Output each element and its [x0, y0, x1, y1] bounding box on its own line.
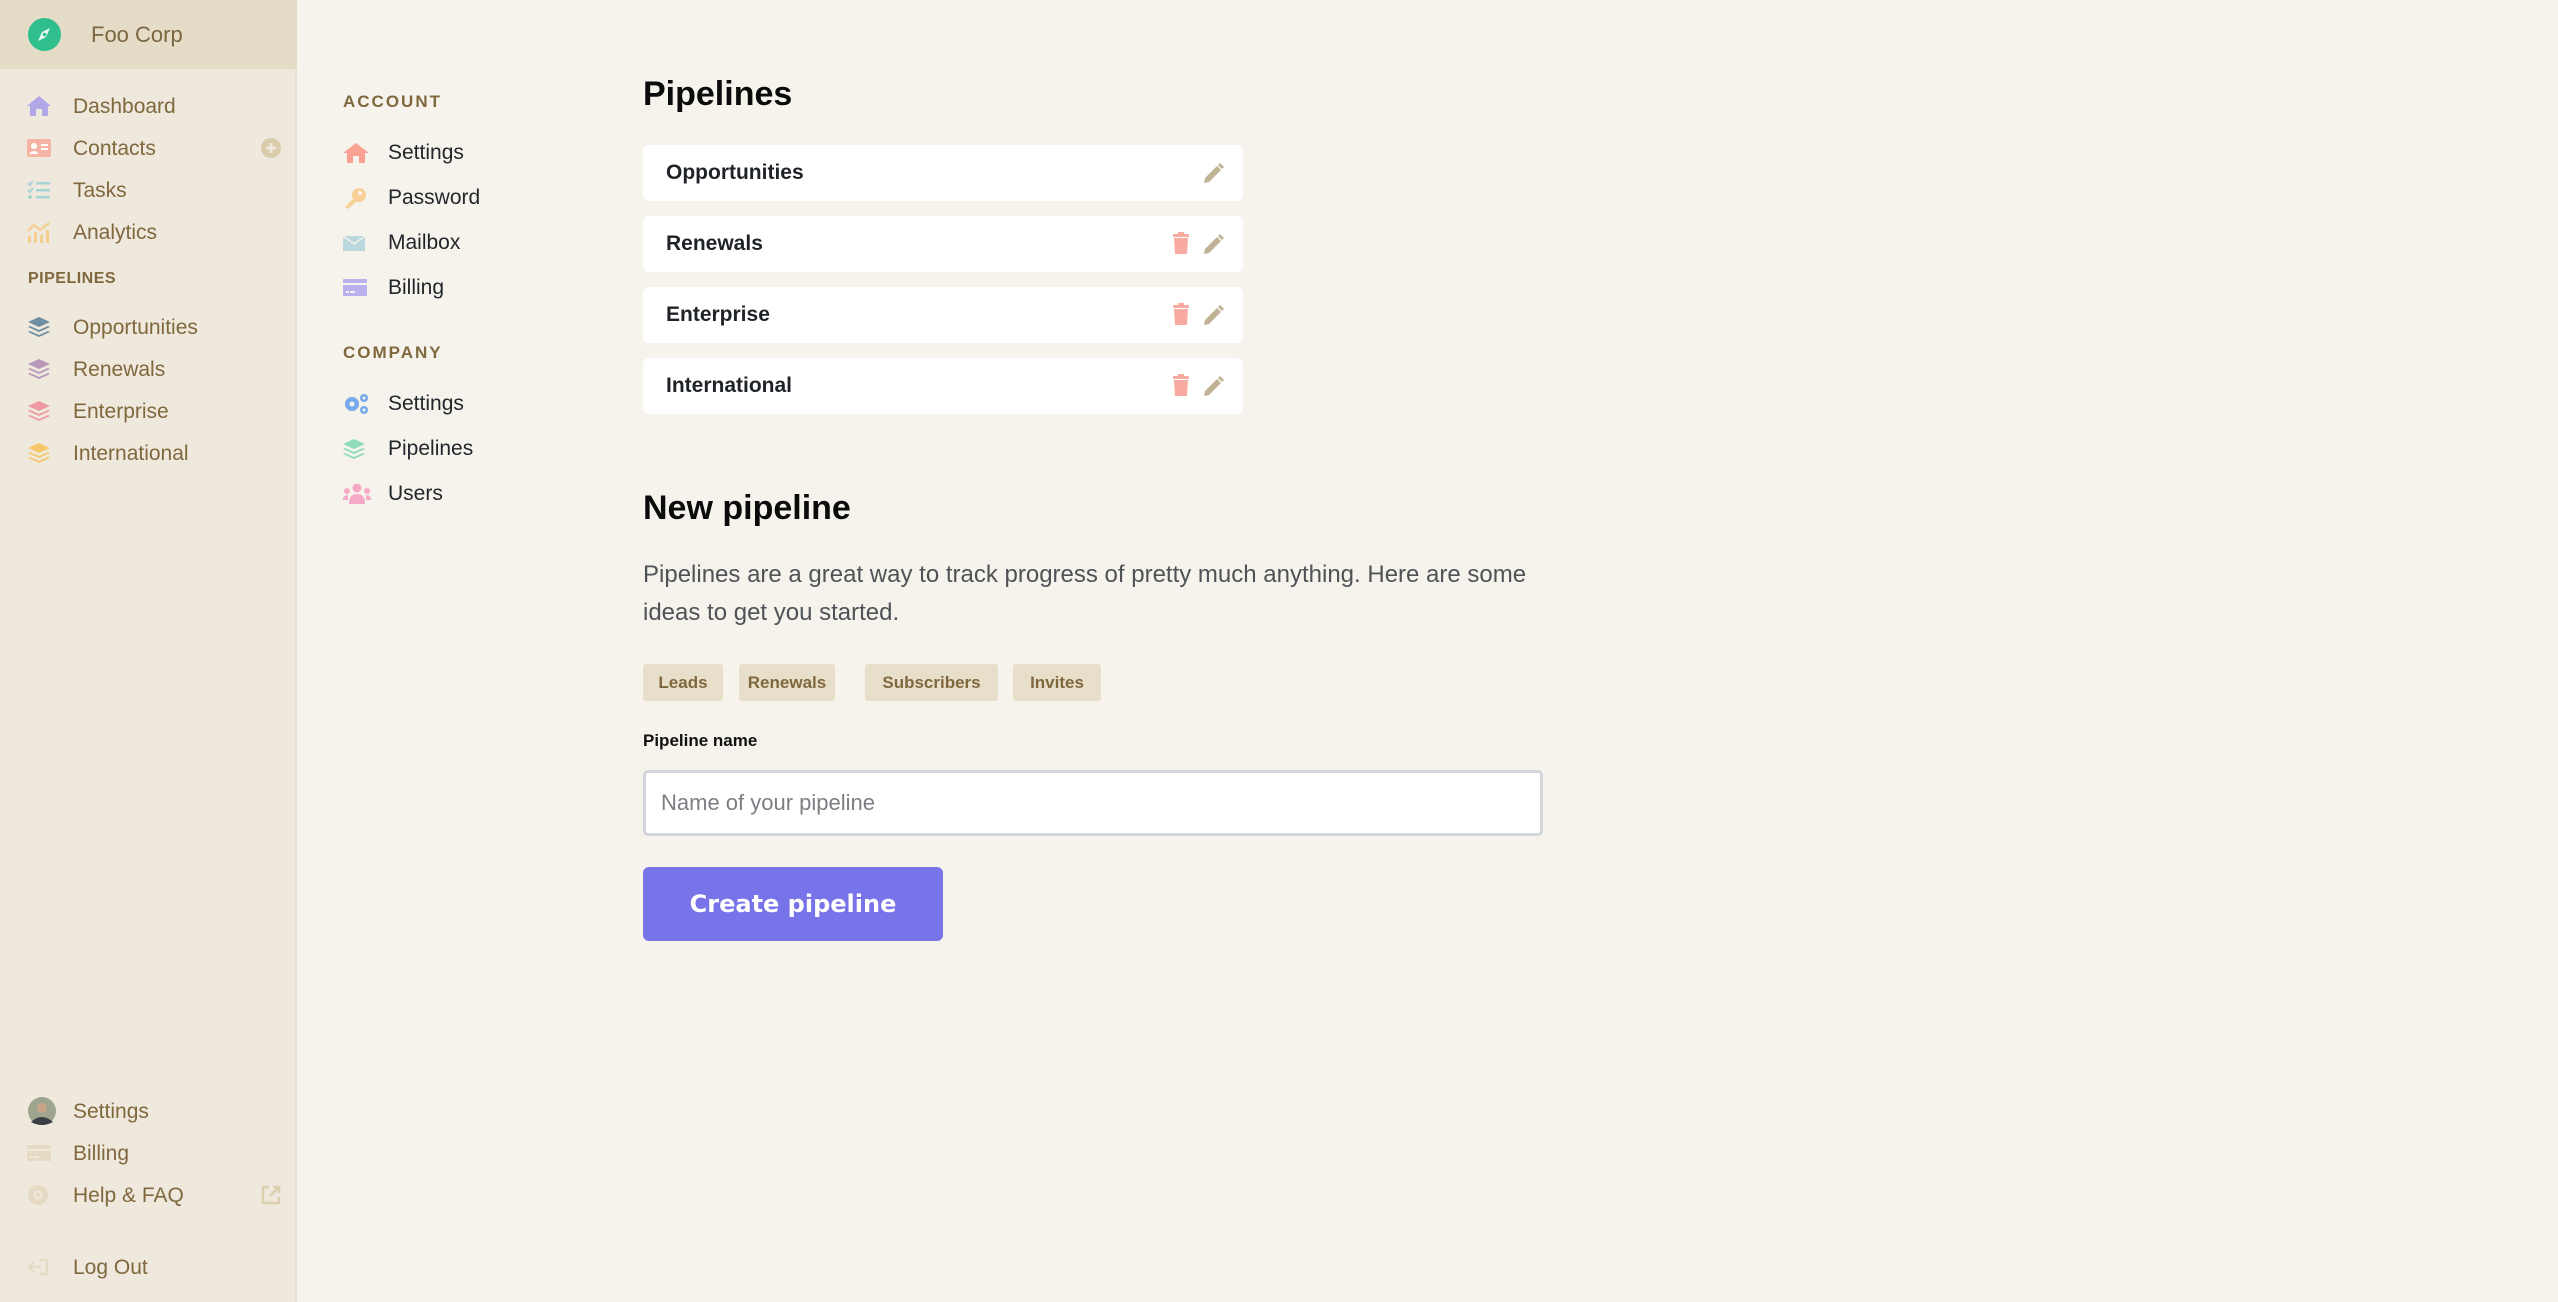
sidebar-item-label: Analytics [73, 221, 158, 244]
sidebar-item-settings[interactable]: Settings [0, 1091, 297, 1131]
subnav-item-label: Settings [388, 392, 464, 415]
subnav-item-label: Users [388, 482, 443, 505]
home-icon [27, 95, 51, 117]
subnav-item-password[interactable]: Password [340, 179, 560, 217]
suggestion-chip-renewals[interactable]: Renewals [739, 664, 835, 701]
analytics-chart-icon [27, 221, 51, 243]
home-icon [343, 142, 369, 164]
subnav-item-label: Pipelines [388, 437, 474, 460]
sidebar-item-opportunities[interactable]: Opportunities [0, 307, 297, 347]
trash-icon[interactable] [1171, 303, 1193, 327]
layers-icon [343, 438, 369, 460]
sidebar-item-label: Renewals [73, 358, 166, 381]
subnav-item-label: Password [388, 186, 481, 209]
sidebar-item-label: International [73, 442, 189, 465]
subnav-item-pipelines[interactable]: Pipelines [340, 430, 560, 468]
pipeline-name: International [666, 374, 793, 397]
subnav-item-account-settings[interactable]: Settings [340, 134, 560, 172]
pipeline-name: Opportunities [666, 161, 804, 184]
pipelines-section-heading: PIPELINES [28, 270, 117, 287]
pipeline-row-renewals[interactable]: Renewals [643, 216, 1243, 272]
key-icon [343, 187, 369, 209]
suggestion-chip-invites[interactable]: Invites [1013, 664, 1101, 701]
subnav-item-users[interactable]: Users [340, 475, 560, 513]
edit-pencil-icon[interactable] [1202, 374, 1224, 398]
envelope-icon [342, 232, 369, 254]
sidebar-item-label: Dashboard [73, 95, 176, 118]
subnav-item-account-billing[interactable]: Billing [340, 269, 560, 307]
gears-icon [343, 393, 369, 415]
brand-name: Foo Corp [91, 22, 183, 47]
subnav-item-label: Settings [388, 141, 464, 164]
sidebar: Foo Corp Dashboard Contacts Tasks Analyt… [0, 0, 297, 1302]
sidebar-item-label: Help & FAQ [73, 1184, 184, 1207]
subnav-item-label: Billing [388, 276, 445, 299]
sidebar-item-label: Enterprise [73, 400, 169, 423]
pipeline-name-label: Pipeline name [643, 731, 758, 750]
compass-logo-icon [28, 18, 61, 51]
sidebar-item-enterprise[interactable]: Enterprise [0, 391, 297, 431]
edit-pencil-icon[interactable] [1202, 232, 1224, 256]
sidebar-item-analytics[interactable]: Analytics [0, 212, 297, 252]
lifebuoy-icon [27, 1184, 51, 1206]
sidebar-item-logout[interactable]: Log Out [0, 1247, 297, 1287]
trash-icon[interactable] [1171, 232, 1193, 256]
new-pipeline-title: New pipeline [643, 489, 851, 527]
sidebar-item-international[interactable]: International [0, 433, 297, 473]
sidebar-item-label: Log Out [73, 1256, 148, 1279]
subnav-item-company-settings[interactable]: Settings [340, 385, 560, 423]
task-list-icon [27, 179, 51, 201]
pipeline-name: Enterprise [666, 303, 770, 326]
sidebar-item-dashboard[interactable]: Dashboard [0, 86, 297, 126]
users-icon [343, 483, 371, 505]
suggestion-chip-leads[interactable]: Leads [643, 664, 723, 701]
subnav-item-mailbox[interactable]: Mailbox [340, 224, 560, 262]
layers-icon [27, 400, 51, 422]
sidebar-item-help[interactable]: Help & FAQ [0, 1175, 297, 1215]
account-section-heading: ACCOUNT [343, 92, 442, 111]
pipeline-name: Renewals [666, 232, 763, 255]
pipeline-row-international[interactable]: International [643, 358, 1243, 414]
sidebar-item-label: Settings [73, 1100, 149, 1123]
sidebar-item-label: Contacts [73, 137, 156, 160]
sidebar-header[interactable]: Foo Corp [0, 0, 297, 69]
sidebar-item-contacts[interactable]: Contacts [0, 128, 297, 168]
external-link-icon[interactable] [260, 1184, 282, 1206]
add-circle-icon[interactable] [260, 137, 282, 159]
layers-icon [27, 316, 51, 338]
edit-pencil-icon[interactable] [1202, 303, 1224, 327]
sidebar-item-billing[interactable]: Billing [0, 1133, 297, 1173]
sidebar-item-label: Billing [73, 1142, 130, 1165]
credit-card-icon [343, 277, 369, 299]
page-title: Pipelines [643, 75, 793, 113]
sidebar-item-tasks[interactable]: Tasks [0, 170, 297, 210]
new-pipeline-description: Pipelines are a great way to track progr… [643, 561, 1527, 626]
subnav-item-label: Mailbox [388, 231, 461, 254]
avatar [27, 1097, 56, 1125]
suggestion-chip-subscribers[interactable]: Subscribers [865, 664, 998, 701]
pipeline-name-input[interactable] [643, 770, 1543, 836]
edit-pencil-icon[interactable] [1202, 161, 1224, 185]
pipeline-row-enterprise[interactable]: Enterprise [643, 287, 1243, 343]
pipeline-row-opportunities[interactable]: Opportunities [643, 145, 1243, 201]
layers-icon [27, 442, 51, 464]
layers-icon [27, 358, 51, 380]
sidebar-item-label: Opportunities [73, 316, 198, 339]
create-pipeline-button[interactable]: Create pipeline [643, 867, 943, 941]
sidebar-item-renewals[interactable]: Renewals [0, 349, 297, 389]
sidebar-item-label: Tasks [73, 179, 127, 202]
company-section-heading: COMPANY [343, 343, 443, 362]
contact-card-icon [27, 137, 51, 159]
trash-icon[interactable] [1171, 374, 1193, 398]
logout-icon [27, 1256, 51, 1278]
credit-card-icon [27, 1142, 51, 1164]
